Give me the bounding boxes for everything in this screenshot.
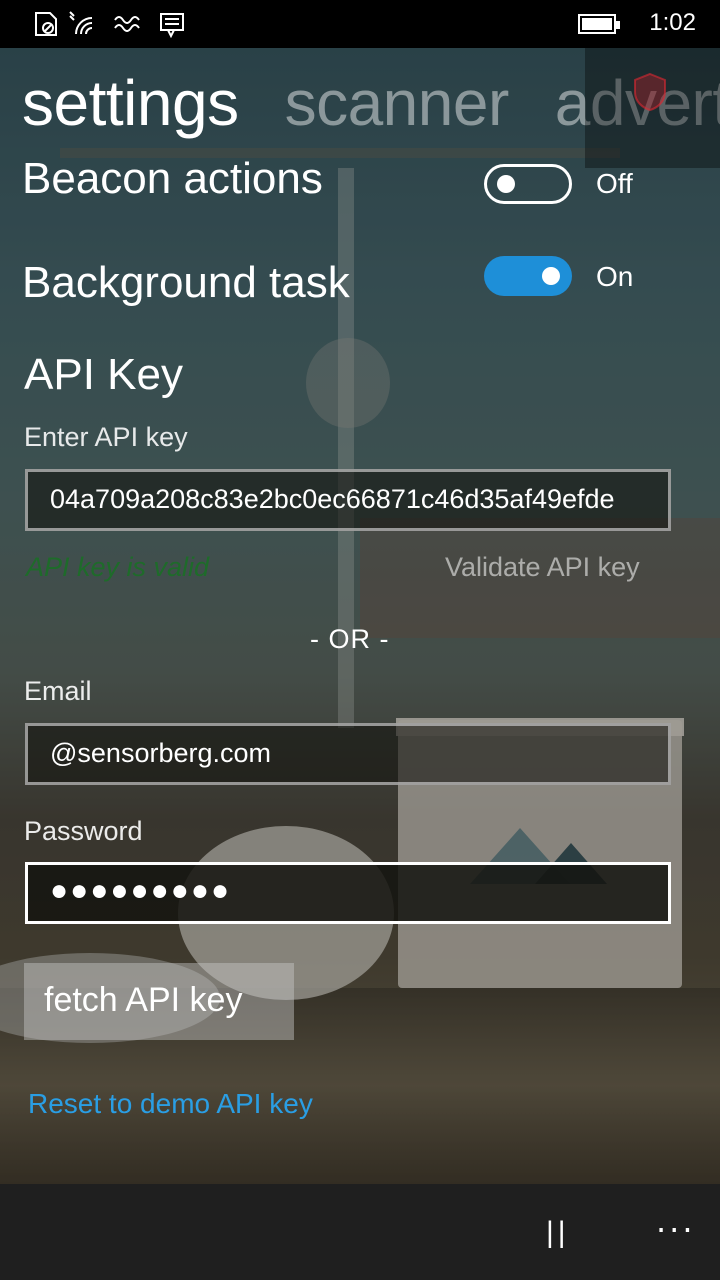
status-bar: 1:02 [0,0,720,48]
password-mask: ●●●●●●●●● [50,874,232,907]
api-key-input[interactable]: 04a709a208c83e2bc0ec66871c46d35af49efde [25,469,671,531]
password-field[interactable]: ●●●●●●●●● [25,862,671,924]
fetch-api-key-label: fetch API key [44,981,243,1019]
api-key-field-label: Enter API key [24,422,188,452]
validate-api-key-button[interactable]: Validate API key [445,552,640,583]
email-field[interactable]: @sensorberg.com [25,723,671,785]
beacon-actions-toggle[interactable] [484,164,572,204]
reset-demo-api-key-link[interactable]: Reset to demo API key [28,1088,313,1120]
tab-settings[interactable]: settings [22,67,239,139]
background-task-toggle[interactable] [484,256,572,296]
battery-icon [578,14,620,34]
vibrate-icon [114,16,140,32]
api-key-heading: API Key [24,350,183,399]
shield-icon [634,72,666,112]
shield-overlay [585,48,720,168]
password-label: Password [24,816,143,846]
api-key-status: API key is valid [26,552,210,582]
wifi-icon [69,11,93,35]
toggle-knob [497,175,515,193]
more-button[interactable]: ... [656,1202,696,1240]
beacon-actions-state: Off [596,168,633,199]
background-task-state: On [596,261,634,292]
toggle-knob [542,267,560,285]
fetch-api-key-button[interactable]: fetch API key [24,963,294,1040]
clock: 1:02 [649,9,696,36]
app-bar: || ... [0,1184,720,1280]
email-label: Email [24,676,92,706]
sim-card-icon [35,12,57,36]
message-icon [160,13,184,38]
api-key-value: 04a709a208c83e2bc0ec66871c46d35af49efde [50,484,615,514]
tab-scanner[interactable]: scanner [285,67,510,139]
beacon-actions-label: Beacon actions [22,154,323,203]
background-task-label: Background task [22,258,350,307]
email-value: @sensorberg.com [50,738,271,768]
pause-button[interactable]: || [546,1216,570,1250]
or-separator: - OR - [310,624,390,654]
